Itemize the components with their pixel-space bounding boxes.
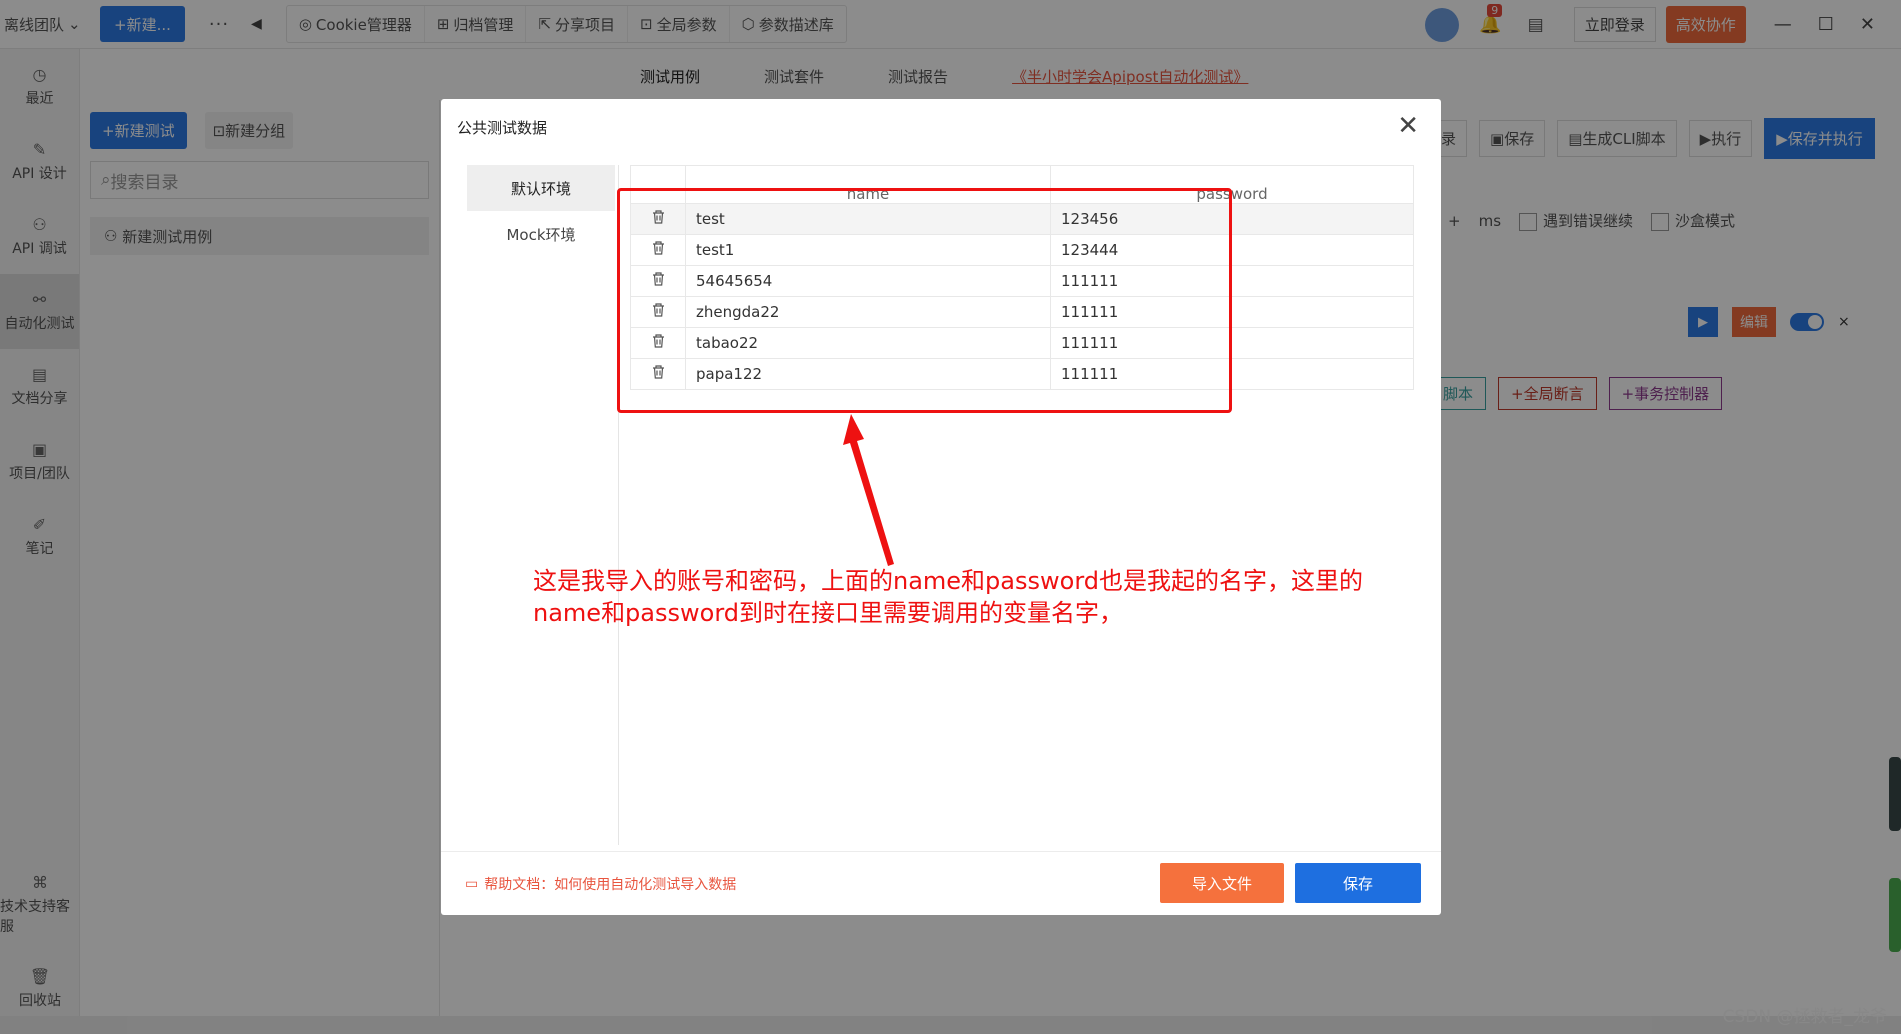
annotation-arrow <box>843 414 894 566</box>
annotation-text: 这是我导入的账号和密码，上面的name和password也是我起的名字，这里的n… <box>533 567 1364 627</box>
watermark: CSDN @拯救者_龙爷 <box>1722 1007 1887 1027</box>
